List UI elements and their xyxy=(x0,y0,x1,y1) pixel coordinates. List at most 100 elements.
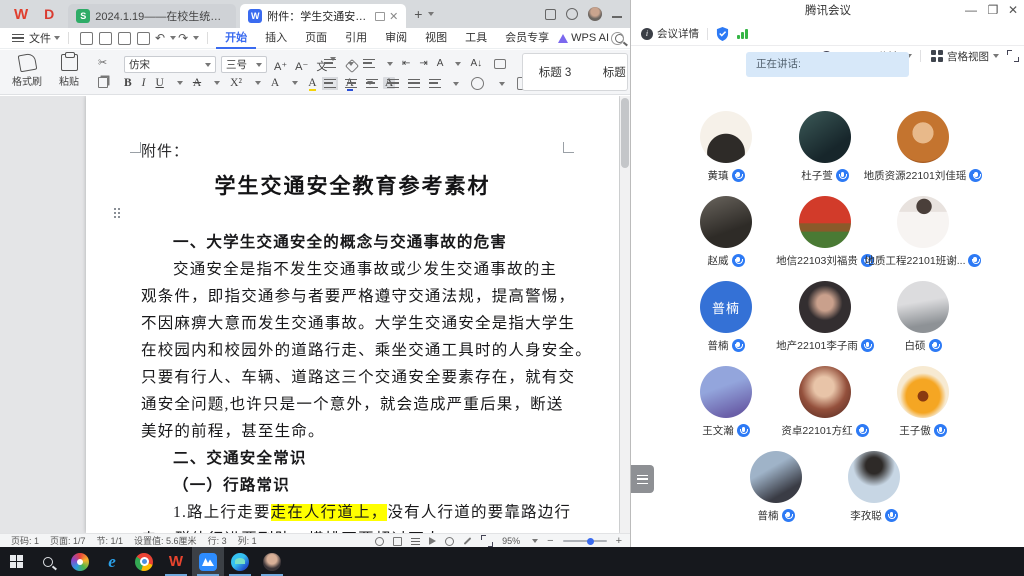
start-button[interactable] xyxy=(0,547,32,576)
paragraph-marks-icon[interactable] xyxy=(494,59,506,69)
style-item-heading4[interactable]: 标题 4 xyxy=(587,64,628,80)
taskbar-edge[interactable] xyxy=(224,547,256,576)
indent-icon[interactable]: ⇥ xyxy=(419,58,427,69)
tab-list-chevron-icon[interactable] xyxy=(428,12,434,16)
meeting-detail-button[interactable]: 会议详情 xyxy=(657,26,699,41)
menu-hamburger-icon[interactable] xyxy=(12,34,24,42)
mic-icon[interactable] xyxy=(782,509,795,522)
copy-icon[interactable] xyxy=(98,77,108,88)
maximize-window-icon[interactable]: ❐ xyxy=(983,0,1003,22)
undo-chevron-icon[interactable] xyxy=(170,36,176,40)
print-preview-icon[interactable] xyxy=(137,32,150,45)
participant-tile[interactable]: 地产22101李子雨 xyxy=(776,281,874,361)
align-justify-button[interactable] xyxy=(387,79,399,88)
font-size-select[interactable]: 三号 xyxy=(221,56,267,73)
info-icon[interactable]: i xyxy=(641,28,653,40)
taskbar-internet-explorer[interactable]: e xyxy=(96,547,128,576)
participant-tile[interactable]: 资卓22101方红 xyxy=(776,366,874,446)
bullet-list-icon[interactable] xyxy=(324,59,336,68)
fit-page-icon[interactable] xyxy=(481,535,493,547)
paste-button[interactable]: 粘贴 xyxy=(50,54,88,88)
menu-tab-review[interactable]: 审阅 xyxy=(376,28,416,49)
vertical-scrollbar[interactable] xyxy=(620,96,630,533)
layout-switch-icon[interactable] xyxy=(545,9,556,20)
redo-chevron-icon[interactable] xyxy=(193,36,199,40)
view-mode-button[interactable]: 宫格视图 xyxy=(947,49,989,64)
docer-logo[interactable]: D xyxy=(44,6,54,22)
sync-status-icon[interactable] xyxy=(611,32,624,45)
taskbar-wps[interactable]: W xyxy=(160,547,192,576)
style-item-heading3[interactable]: 标题 3 xyxy=(523,64,587,80)
ink-icon[interactable] xyxy=(464,537,472,545)
eye-protection-icon[interactable] xyxy=(375,537,384,546)
read-mode-icon[interactable] xyxy=(429,537,436,545)
new-tab-button[interactable]: + xyxy=(414,6,422,22)
superscript-button[interactable]: X² xyxy=(230,77,242,89)
mic-icon[interactable] xyxy=(885,509,898,522)
cut-icon[interactable]: ✂ xyxy=(98,56,108,69)
mic-icon[interactable] xyxy=(969,169,982,182)
menu-tab-page[interactable]: 页面 xyxy=(296,28,336,49)
participant-tile[interactable]: 赵威 xyxy=(677,196,775,276)
zoom-out-button[interactable]: − xyxy=(547,535,553,547)
mic-icon[interactable] xyxy=(934,424,947,437)
wps-app-logo[interactable]: W xyxy=(14,6,28,23)
strikethrough-button[interactable]: A xyxy=(193,77,201,89)
undo-icon[interactable]: ↶ xyxy=(155,31,165,45)
mic-icon[interactable] xyxy=(968,254,981,267)
page-view-icon[interactable] xyxy=(393,537,402,546)
numbered-list-icon[interactable] xyxy=(363,59,375,68)
menu-tab-reference[interactable]: 引用 xyxy=(336,28,376,49)
sort-icon[interactable]: A↓ xyxy=(470,58,482,69)
minimize-window-icon[interactable] xyxy=(612,16,622,18)
bold-button[interactable]: B xyxy=(124,77,132,89)
tab-close-icon[interactable]: ✕ xyxy=(389,10,398,23)
decrease-font-button[interactable]: A⁻ xyxy=(295,60,308,73)
outline-view-icon[interactable] xyxy=(411,538,420,545)
taskbar-tencent-meeting[interactable] xyxy=(192,547,224,576)
align-left-button[interactable] xyxy=(324,79,336,88)
participant-tile[interactable]: 黄瑱 xyxy=(677,111,775,191)
highlight-color-button[interactable]: A xyxy=(308,77,316,89)
zoom-slider[interactable] xyxy=(563,540,607,542)
zoom-chevron-icon[interactable] xyxy=(532,539,538,543)
participant-tile[interactable]: 李孜聪 xyxy=(825,451,923,531)
outdent-icon[interactable]: ⇤ xyxy=(402,58,410,69)
participant-list-toggle-button[interactable] xyxy=(631,465,654,493)
menu-tab-tools[interactable]: 工具 xyxy=(456,28,496,49)
menu-tab-insert[interactable]: 插入 xyxy=(256,28,296,49)
participant-tile[interactable]: 普楠 普楠 xyxy=(677,281,775,361)
mic-icon[interactable] xyxy=(732,169,745,182)
taskbar-chrome[interactable] xyxy=(128,547,160,576)
security-shield-icon[interactable] xyxy=(716,27,729,41)
line-spacing-icon[interactable] xyxy=(429,79,441,88)
menu-tab-member[interactable]: 会员专享 xyxy=(496,28,558,49)
participant-tile[interactable]: 白硕 xyxy=(874,281,972,361)
taskbar-search-button[interactable] xyxy=(32,547,64,576)
output-icon[interactable] xyxy=(99,32,112,45)
participant-tile[interactable]: 王子傲 xyxy=(874,366,972,446)
mic-icon[interactable] xyxy=(732,339,745,352)
italic-button[interactable]: I xyxy=(142,77,146,89)
align-right-button[interactable] xyxy=(366,79,378,88)
document-tab-active[interactable]: W 附件：学生交通安全教育参考素 ✕ xyxy=(240,4,406,28)
save-icon[interactable] xyxy=(80,32,93,45)
menu-tab-view[interactable]: 视图 xyxy=(416,28,456,49)
zoom-level[interactable]: 95% xyxy=(502,536,520,546)
font-name-select[interactable]: 仿宋 xyxy=(124,56,216,73)
scrollbar-thumb[interactable] xyxy=(621,98,629,168)
participant-tile[interactable]: 地信22103刘福贵 xyxy=(776,196,874,276)
zoom-slider-knob[interactable] xyxy=(587,538,594,545)
view-mode-chevron-icon[interactable] xyxy=(993,54,999,58)
mic-icon[interactable] xyxy=(732,254,745,267)
account-avatar[interactable] xyxy=(588,7,602,21)
taskbar-wechat-account[interactable] xyxy=(256,547,288,576)
mic-icon[interactable] xyxy=(861,339,874,352)
fullscreen-icon[interactable] xyxy=(1007,50,1019,62)
close-window-icon[interactable]: ✕ xyxy=(1003,0,1023,22)
mic-icon[interactable] xyxy=(856,424,869,437)
menu-tab-home[interactable]: 开始 xyxy=(216,28,256,49)
shading-icon[interactable] xyxy=(471,77,484,90)
mic-icon[interactable] xyxy=(929,339,942,352)
align-center-button[interactable] xyxy=(345,79,357,88)
